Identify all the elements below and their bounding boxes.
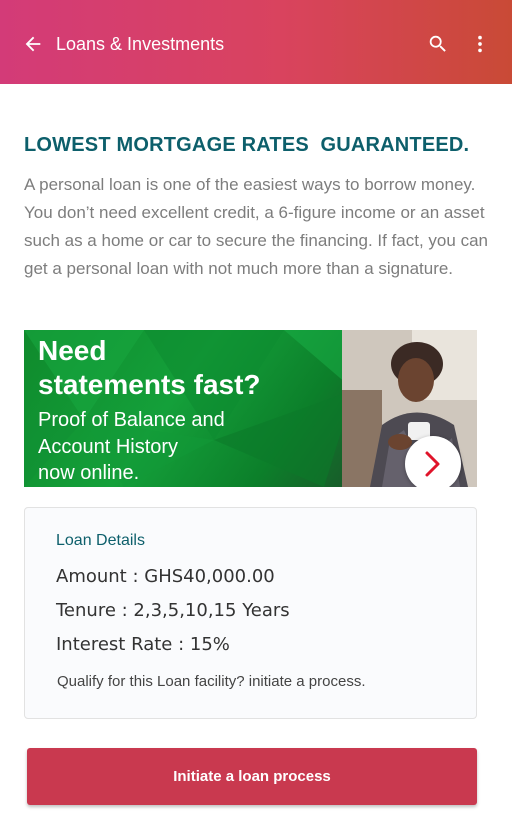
statements-promo-banner[interactable]: Need statements fast? Proof of Balance a…: [24, 330, 477, 487]
initiate-loan-button[interactable]: Initiate a loan process: [27, 748, 477, 805]
banner-subtext-line2: Account History: [38, 436, 179, 458]
page-title: Loans & Investments: [56, 34, 225, 54]
promo-description: A personal loan is one of the easiest wa…: [24, 175, 488, 278]
search-icon[interactable]: [427, 33, 449, 55]
promo-headline: LOWEST MORTGAGE RATES GUARANTEED.: [24, 134, 470, 156]
banner-subtext-line1: Proof of Balance and: [38, 409, 225, 431]
loan-qualify-note: Qualify for this Loan facility? initiate…: [57, 673, 366, 690]
app-bar: Loans & Investments: [0, 0, 512, 84]
banner-subtext-line3: now online.: [38, 462, 140, 484]
chevron-right-icon: [425, 451, 440, 477]
banner-heading-line2: statements fast?: [38, 369, 261, 400]
loan-amount: Amount : GHS40,000.00: [56, 566, 275, 587]
arrow-back-icon[interactable]: [22, 33, 44, 55]
loan-interest-rate: Interest Rate : 15%: [56, 634, 230, 655]
more-vert-icon[interactable]: [469, 33, 491, 55]
loan-details-title: Loan Details: [56, 532, 145, 549]
banner-heading-line1: Need: [38, 335, 107, 366]
loan-details-card: Loan Details Amount : GHS40,000.00 Tenur…: [24, 507, 477, 719]
loan-tenure: Tenure : 2,3,5,10,15 Years: [56, 600, 290, 621]
banner-next-button[interactable]: [405, 436, 461, 487]
